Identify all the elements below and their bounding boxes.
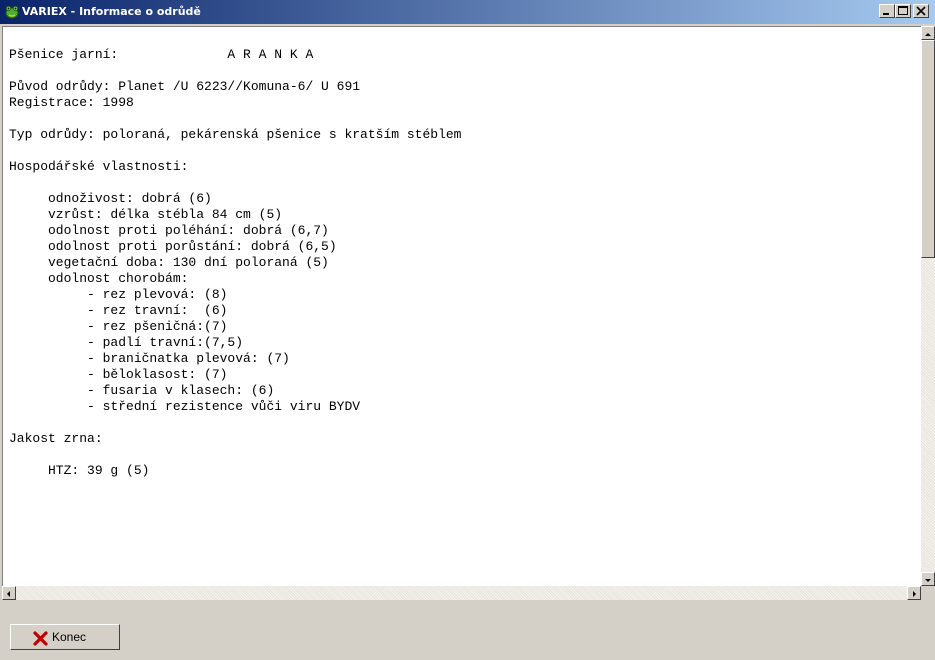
minimize-icon <box>883 13 889 15</box>
maximize-icon <box>898 6 908 15</box>
variety-info-text-area[interactable]: Pšenice jarní: A R A N K A Původ odrůdy: … <box>2 26 922 587</box>
minimize-button[interactable] <box>879 4 895 18</box>
arrow-up-icon <box>925 33 931 36</box>
arrow-down-icon <box>925 579 931 582</box>
text-line: - fusaria v klasech: (6) <box>9 383 275 398</box>
text-line: odolnost proti poléhání: dobrá (6,7) <box>9 223 329 238</box>
text-line <box>9 415 461 431</box>
scroll-right-button[interactable] <box>907 586 921 600</box>
window-title: VARIEX - Informace o odrůdě <box>22 5 201 18</box>
text-line: Registrace: 1998 <box>9 95 134 110</box>
arrow-right-icon <box>913 591 916 597</box>
text-line: odolnost chorobám: <box>9 271 189 286</box>
scrollbar-corner <box>921 586 935 600</box>
close-button-label: Konec <box>52 630 87 644</box>
scroll-left-button[interactable] <box>2 586 16 600</box>
text-line: - braničnatka plevová: (7) <box>9 351 290 366</box>
text-line: - rez travní: (6) <box>9 303 228 318</box>
vertical-scrollbar[interactable] <box>921 26 935 586</box>
text-line: odolnost proti porůstání: dobrá (6,5) <box>9 239 337 254</box>
text-line: vzrůst: délka stébla 84 cm (5) <box>9 207 283 222</box>
text-line: - rez pšeničná:(7) <box>9 319 228 334</box>
horizontal-scrollbar[interactable] <box>2 586 921 600</box>
red-x-icon <box>33 631 48 649</box>
text-line <box>9 111 461 127</box>
variety-info-text: Pšenice jarní: A R A N K A Původ odrůdy: … <box>9 31 461 479</box>
text-line: Pšenice jarní: A R A N K A <box>9 47 314 62</box>
text-line <box>9 31 461 47</box>
close-konec-button[interactable]: Konec <box>10 624 120 650</box>
text-line <box>9 143 461 159</box>
title-bar[interactable]: VARIEX - Informace o odrůdě <box>0 0 935 24</box>
text-line: Jakost zrna: <box>9 431 103 446</box>
close-icon <box>916 6 926 16</box>
scroll-down-button[interactable] <box>921 572 935 586</box>
text-line: Typ odrůdy: poloraná, pekárenská pšenice… <box>9 127 462 142</box>
text-line <box>9 63 461 79</box>
close-window-button[interactable] <box>913 4 929 18</box>
text-line <box>9 175 461 191</box>
text-line: - padlí travní:(7,5) <box>9 335 244 350</box>
text-line: HTZ: 39 g (5) <box>9 463 150 478</box>
text-line: vegetační doba: 130 dní poloraná (5) <box>9 255 329 270</box>
scroll-up-button[interactable] <box>921 26 935 40</box>
maximize-button[interactable] <box>895 4 911 18</box>
text-line: odnoživost: dobrá (6) <box>9 191 212 206</box>
text-line <box>9 447 461 463</box>
text-line: Hospodářské vlastnosti: <box>9 159 189 174</box>
vertical-scroll-thumb[interactable] <box>921 40 935 258</box>
text-line: - běloklasost: (7) <box>9 367 228 382</box>
text-line: Původ odrůdy: Planet /U 6223//Komuna-6/ … <box>9 79 361 94</box>
text-line: - rez plevová: (8) <box>9 287 228 302</box>
frog-app-icon <box>4 4 20 20</box>
arrow-left-icon <box>7 591 10 597</box>
main-window: VARIEX - Informace o odrůdě Pšenice jarn… <box>0 0 935 660</box>
text-line: - střední rezistence vůči viru BYDV <box>9 399 361 414</box>
